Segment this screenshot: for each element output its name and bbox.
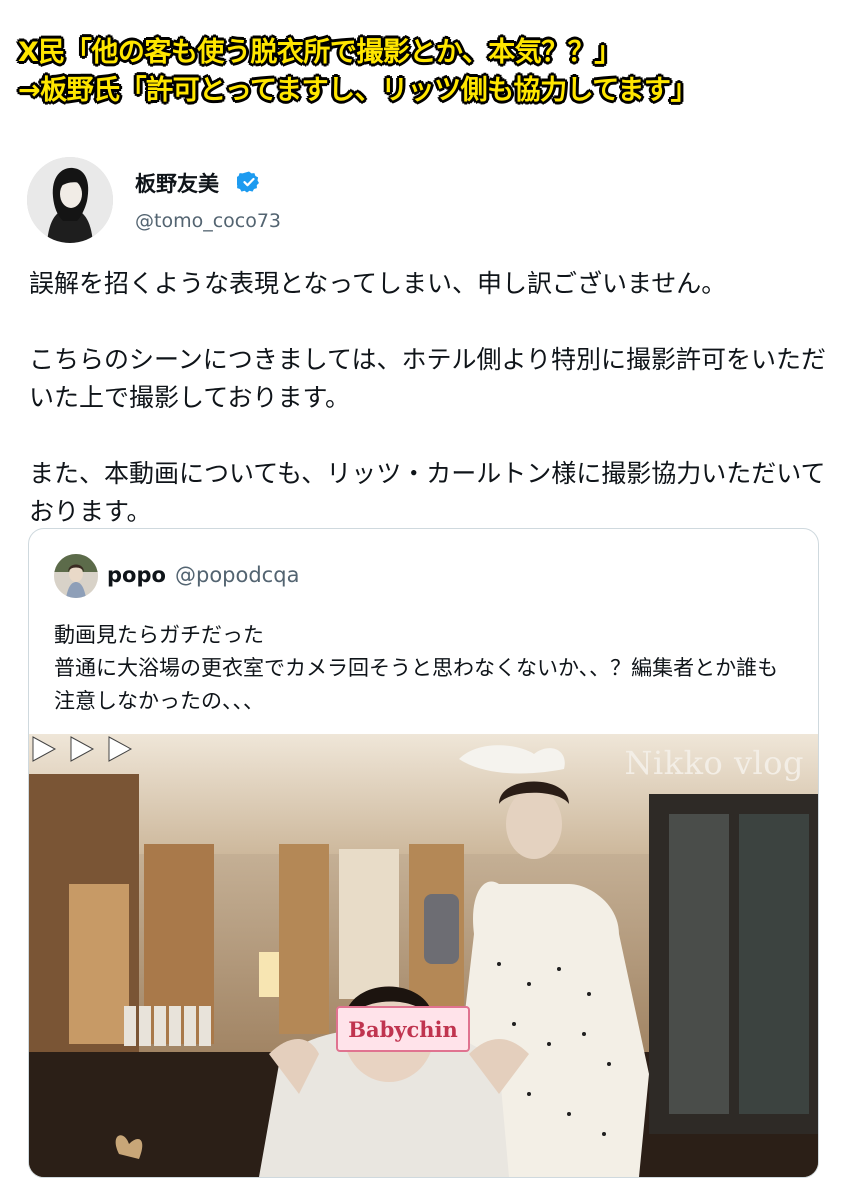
headline-line-2: →板野氏「許可とってますし、リッツ側も協力してます」	[18, 75, 697, 106]
tweet-card: 板野友美 @tomo_coco73 誤解を招くような表現となってしまい、申し訳ご…	[0, 125, 845, 1200]
tweet-paragraph: 誤解を招くような表現となってしまい、申し訳ございません。	[29, 269, 727, 298]
quote-author-name[interactable]: popo	[107, 563, 166, 587]
video-scene	[29, 734, 818, 1177]
quote-body: 動画見たらガチだった 普通に大浴場の更衣室でカメラ回そうと思わなくないか、、？編…	[54, 619, 799, 718]
quote-line: 動画見たらガチだった	[54, 623, 264, 647]
headline-line-1: X民「他の客も使う脱衣所で撮影とか、本気？？」	[18, 37, 621, 68]
tweet-paragraph: また、本動画についても、リッツ・カールトン様に撮影協力いただいております。	[29, 459, 826, 526]
author-handle[interactable]: @tomo_coco73	[135, 210, 281, 232]
quote-author-handle[interactable]: @popodcqa	[175, 563, 299, 587]
headline-banner: X民「他の客も使う脱衣所で撮影とか、本気？？」 →板野氏「許可とってますし、リッ…	[0, 0, 845, 120]
name-sticker: Babychin	[336, 1006, 470, 1052]
verified-badge-icon	[237, 171, 259, 193]
quote-line: 普通に大浴場の更衣室でカメラ回そうと思わなくないか、、？編集者とか誰も注意しなか…	[54, 656, 779, 713]
quoted-tweet[interactable]: popo @popodcqa 動画見たらガチだった 普通に大浴場の更衣室でカメラ…	[28, 528, 819, 1178]
video-watermark: Nikko vlog	[624, 744, 804, 782]
author-avatar[interactable]	[27, 157, 113, 243]
tweet-body: 誤解を招くような表現となってしまい、申し訳ございません。 こちらのシーンにつきま…	[29, 265, 829, 531]
tweet-paragraph: こちらのシーンにつきましては、ホテル側より特別に撮影許可をいただいた上で撮影して…	[29, 345, 827, 412]
author-name[interactable]: 板野友美	[135, 168, 219, 198]
quote-video-thumbnail[interactable]: Nikko vlog Babychin	[29, 734, 818, 1177]
play-arrows-icon	[32, 736, 133, 762]
quote-author-avatar[interactable]	[54, 554, 98, 598]
